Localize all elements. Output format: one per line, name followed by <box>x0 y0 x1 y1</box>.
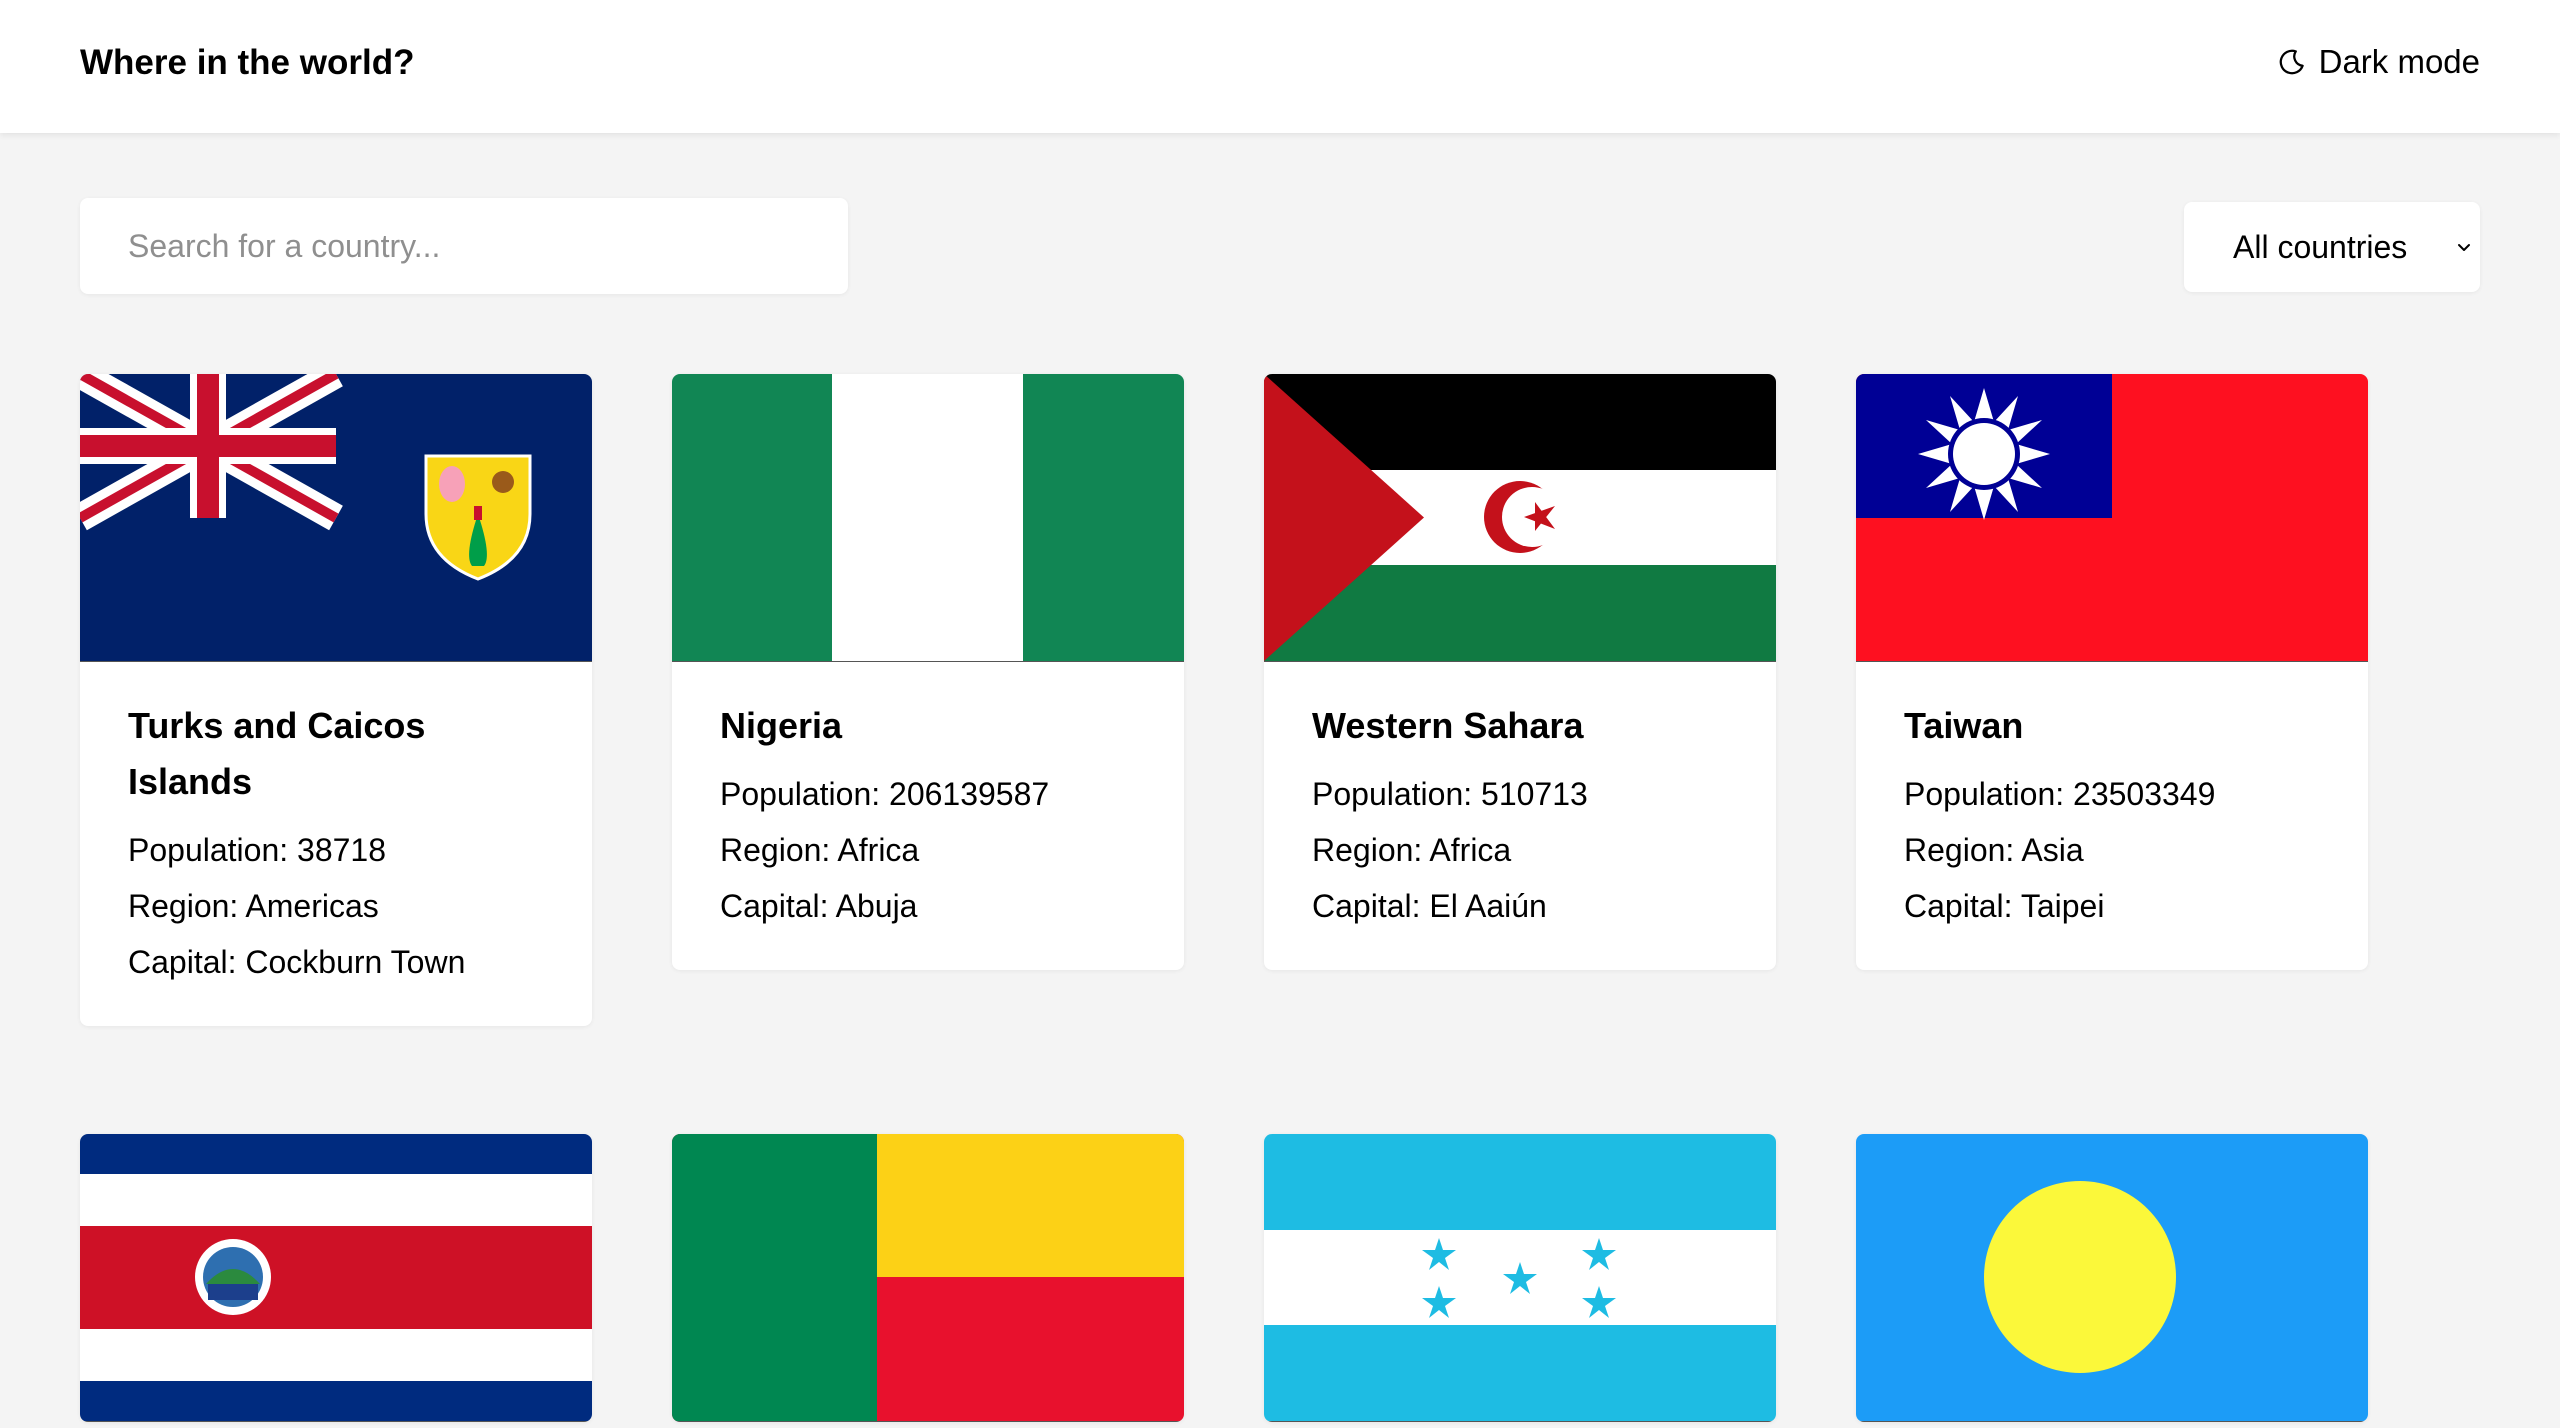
country-name: Western Sahara <box>1312 705 1584 746</box>
turks-and-caicos-flag <box>80 374 592 662</box>
palau-flag <box>1856 1134 2368 1422</box>
country-card[interactable]: Taiwan Population: 23503349 Region: Asia… <box>1856 374 2368 970</box>
country-population: Population: 510713 <box>1312 776 1588 812</box>
country-capital: Capital: Abuja <box>720 888 918 924</box>
country-region: Region: Americas <box>128 888 379 924</box>
country-card[interactable]: Turks and Caicos Islands Population: 387… <box>80 374 592 1026</box>
dark-mode-toggle[interactable]: Dark mode <box>2277 43 2480 81</box>
country-card[interactable] <box>672 1134 1184 1422</box>
moon-icon <box>2279 49 2304 75</box>
country-capital: Capital: Taipei <box>1904 888 2105 924</box>
country-capital: Capital: El Aaiún <box>1312 888 1547 924</box>
country-card[interactable] <box>1264 1134 1776 1422</box>
country-name: Nigeria <box>720 705 843 746</box>
country-card[interactable] <box>1856 1134 2368 1422</box>
region-filter-value: All countries <box>2233 228 2408 265</box>
app-title: Where in the world? <box>80 43 415 82</box>
top-header: Where in the world? Dark mode <box>0 0 2560 133</box>
taiwan-flag <box>1856 374 2368 662</box>
western-sahara-flag <box>1264 374 1776 662</box>
country-region: Region: Asia <box>1904 832 2084 868</box>
country-card[interactable]: Western Sahara Population: 510713 Region… <box>1264 374 1776 970</box>
dark-mode-label: Dark mode <box>2318 43 2480 80</box>
country-card[interactable]: Nigeria Population: 206139587 Region: Af… <box>672 374 1184 970</box>
country-population: Population: 206139587 <box>720 776 1050 812</box>
nigeria-flag <box>672 374 1184 662</box>
country-capital: Capital: Cockburn Town <box>128 944 466 980</box>
country-region: Region: Africa <box>1312 832 1512 868</box>
country-population: Population: 38718 <box>128 832 386 868</box>
search-box <box>80 198 848 294</box>
search-input[interactable] <box>80 198 828 294</box>
costa-rica-flag <box>80 1134 592 1422</box>
honduras-flag <box>1264 1134 1776 1422</box>
country-card[interactable] <box>80 1134 592 1422</box>
chevron-down-icon <box>2458 244 2470 251</box>
benin-flag <box>672 1134 1184 1422</box>
country-population: Population: 23503349 <box>1904 776 2216 812</box>
region-filter-select[interactable]: All countries <box>2184 202 2480 292</box>
country-region: Region: Africa <box>720 832 920 868</box>
country-name: Taiwan <box>1904 705 2024 746</box>
country-name: Turks and Caicos Islands <box>128 705 426 802</box>
